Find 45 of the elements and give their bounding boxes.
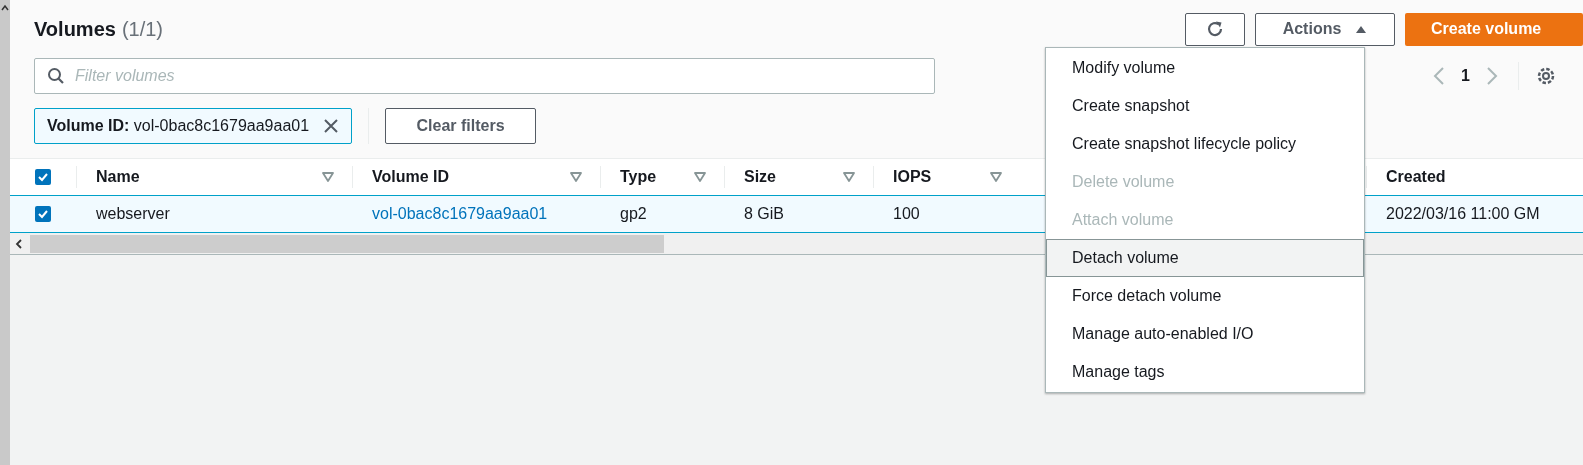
caret-icon — [1355, 24, 1368, 34]
next-page-icon[interactable] — [1486, 66, 1498, 86]
clear-filters-button[interactable]: Clear filters — [385, 108, 537, 144]
column-header[interactable]: IOPS — [893, 165, 990, 189]
page-title: Volumes — [34, 17, 116, 42]
scrollbar[interactable] — [0, 0, 10, 465]
sort-icon[interactable] — [694, 172, 706, 182]
column-header[interactable]: Size — [744, 165, 843, 189]
column-header[interactable]: Created — [1386, 165, 1548, 189]
filter-token[interactable]: Volume ID: vol-0bac8c1679aa9aa01 — [34, 108, 353, 144]
menu-item[interactable]: Detach volume — [1046, 239, 1364, 277]
settings-icon[interactable] — [1535, 65, 1557, 87]
column-header[interactable]: Name — [96, 165, 322, 189]
search-icon — [47, 67, 65, 85]
menu-item[interactable]: Create snapshot lifecycle policy — [1046, 125, 1364, 163]
previous-page-icon[interactable] — [1433, 66, 1446, 86]
menu-item[interactable]: Manage auto-enabled I/O — [1046, 315, 1364, 353]
checkbox[interactable] — [35, 169, 51, 185]
checkbox[interactable] — [35, 206, 51, 222]
table-cell-text: gp2 — [620, 204, 647, 224]
table-cell-text: 2022/03/16 11:00 GM — [1386, 204, 1540, 224]
sort-icon[interactable] — [322, 172, 334, 182]
sort-icon[interactable] — [843, 172, 855, 182]
column-header[interactable]: Volume ID — [372, 165, 570, 189]
filter-input[interactable]: Filter volumes — [75, 64, 934, 88]
menu-item[interactable]: Force detach volume — [1046, 277, 1364, 315]
sort-icon[interactable] — [570, 172, 582, 182]
menu-item[interactable]: Create snapshot — [1046, 87, 1364, 125]
filter-token-text: Volume ID: vol-0bac8c1679aa9aa01 — [47, 116, 310, 136]
refresh-icon — [1205, 19, 1225, 39]
menu-item[interactable]: Manage tags — [1046, 353, 1364, 391]
table-cell-text: 8 GiB — [744, 204, 784, 224]
menu-item[interactable]: Modify volume — [1046, 49, 1364, 87]
refresh-button[interactable] — [1185, 12, 1245, 46]
table-cell-text: 100 — [893, 204, 920, 224]
close-icon[interactable] — [323, 118, 340, 134]
table-cell-text: webserver — [96, 204, 170, 224]
volume-link[interactable]: vol-0bac8c1679aa9aa01 — [372, 202, 548, 226]
scrollbar-thumb[interactable] — [30, 234, 664, 253]
filter-field[interactable]: Filter volumes — [34, 58, 935, 94]
page-number[interactable]: 1 — [1461, 64, 1470, 88]
volume-count: (1/1) — [121, 17, 163, 42]
actions-button[interactable]: Actions — [1255, 12, 1395, 46]
sort-icon[interactable] — [990, 172, 1002, 182]
column-header[interactable]: Type — [620, 165, 694, 189]
